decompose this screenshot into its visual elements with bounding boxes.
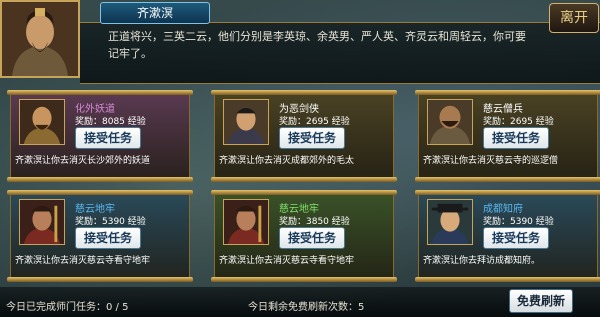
task-card: 慈云地牢奖励：5390 经验 接受任务齐漱溟让你去消灭慈云寺看守地牢 [7, 190, 193, 282]
accept-task-button[interactable]: 接受任务 [483, 127, 549, 149]
free-refresh-count: 今日剩余免费刷新次数：5 [248, 302, 365, 313]
task-reward: 奖励：5390 经验 [75, 217, 146, 227]
task-title: 慈云地牢 [75, 204, 115, 215]
npc-dialog-text: 正道将兴，三英二云，他们分别是李英琼、余英男、严人英、齐灵云和周轻云，你可要记牢… [108, 30, 526, 60]
swordsman-portrait-icon [224, 100, 268, 144]
task-title: 慈云地牢 [279, 204, 319, 215]
accept-task-button[interactable]: 接受任务 [279, 227, 345, 249]
task-npc-avatar [19, 99, 65, 145]
scroll-rod-bottom [7, 277, 193, 282]
scroll-rod-top [7, 190, 193, 195]
task-description: 齐漱溟让你去消灭慈云寺的巡逻僧 [423, 156, 559, 166]
task-reward: 奖励：2695 经验 [483, 117, 554, 127]
task-title: 慈云僧兵 [483, 104, 523, 115]
guard-portrait-icon [20, 200, 64, 244]
task-card: 成都知府奖励：5390 经验 接受任务齐漱溟让你去拜访成都知府。 [415, 190, 600, 282]
npc-name-banner: 齐漱溟 [100, 2, 210, 24]
task-card: 慈云地牢奖励：3850 经验 接受任务齐漱溟让你去消灭慈云寺看守地牢 [211, 190, 397, 282]
scroll-rod-top [211, 90, 397, 95]
task-npc-avatar [223, 199, 269, 245]
scroll-rod-top [7, 90, 193, 95]
task-reward: 奖励：8085 经验 [75, 117, 146, 127]
leave-button[interactable]: 离开 [549, 3, 599, 33]
task-card: 慈云僧兵奖励：2695 经验 接受任务齐漱溟让你去消灭慈云寺的巡逻僧 [415, 90, 600, 182]
accept-task-button[interactable]: 接受任务 [279, 127, 345, 149]
scroll-rod-top [211, 190, 397, 195]
scroll-rod-bottom [211, 177, 397, 182]
bald-monk-portrait-icon [20, 100, 64, 144]
scroll-rod-top [415, 90, 600, 95]
task-reward: 奖励：5390 经验 [483, 217, 554, 227]
accept-task-button[interactable]: 接受任务 [483, 227, 549, 249]
task-card: 为恶剑侠奖励：2695 经验 接受任务齐漱溟让你去消灭成都郊外的毛太 [211, 90, 397, 182]
completed-count: 今日已完成师门任务：0 / 5 [6, 302, 129, 313]
task-reward: 奖励：2695 经验 [279, 117, 350, 127]
task-description: 齐漱溟让你去消灭成都郊外的毛太 [219, 156, 355, 166]
scroll-rod-bottom [211, 277, 397, 282]
task-title: 成都知府 [483, 204, 523, 215]
task-card: 化外妖道奖励：8085 经验 接受任务齐漱溟让你去消灭长沙郊外的妖道 [7, 90, 193, 182]
scroll-rod-top [415, 190, 600, 195]
scroll-rod-bottom [7, 177, 193, 182]
task-npc-avatar [427, 199, 473, 245]
npc-portrait [0, 0, 80, 78]
task-npc-avatar [223, 99, 269, 145]
task-description: 齐漱溟让你去拜访成都知府。 [423, 256, 541, 266]
task-description: 齐漱溟让你去消灭长沙郊外的妖道 [15, 156, 151, 166]
free-refresh-button[interactable]: 免费刷新 [509, 289, 573, 313]
accept-task-button[interactable]: 接受任务 [75, 127, 141, 149]
accept-task-button[interactable]: 接受任务 [75, 227, 141, 249]
scroll-rod-bottom [415, 277, 600, 282]
official-portrait-icon [428, 200, 472, 244]
guard-portrait-icon [224, 200, 268, 244]
task-title: 化外妖道 [75, 104, 115, 115]
task-description: 齐漱溟让你去消灭慈云寺看守地牢 [219, 256, 355, 266]
monk-soldier-portrait-icon [428, 100, 472, 144]
task-reward: 奖励：3850 经验 [279, 217, 350, 227]
elder-portrait-icon [2, 2, 78, 76]
task-title: 为恶剑侠 [279, 104, 319, 115]
scroll-rod-bottom [415, 177, 600, 182]
task-description: 齐漱溟让你去消灭慈云寺看守地牢 [15, 256, 151, 266]
task-npc-avatar [19, 199, 65, 245]
task-npc-avatar [427, 99, 473, 145]
